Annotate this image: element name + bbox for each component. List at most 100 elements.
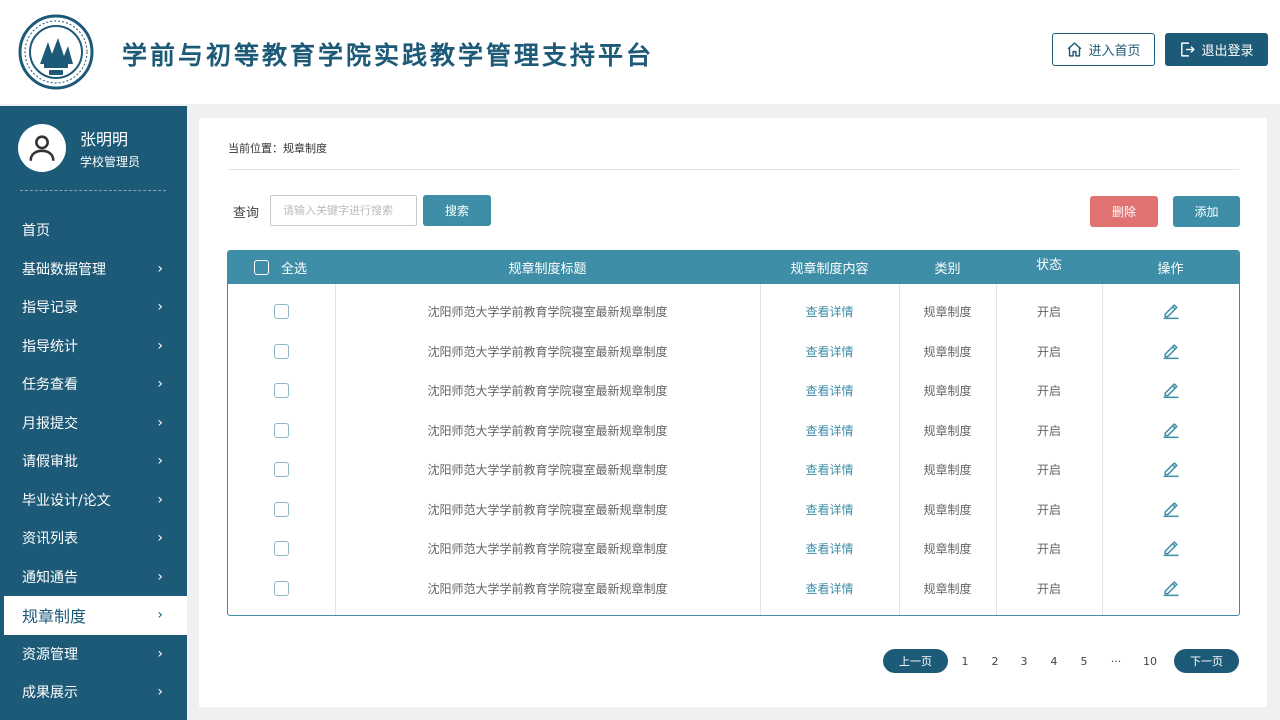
select-all-checkbox[interactable] — [254, 260, 269, 275]
main-panel: 当前位置：规章制度 查询 搜索 删除 添加 全选 规章制度标题 规章制度内容 类… — [199, 118, 1267, 707]
table-row: 沈阳师范大学学前教育学院寝室最新规章制度 查看详情 规章制度 开启 — [228, 490, 1239, 530]
sidebar-item-leave-approval[interactable]: 请假审批 › — [0, 442, 187, 481]
avatar[interactable] — [18, 124, 66, 172]
edit-icon[interactable] — [1161, 537, 1181, 560]
page-number[interactable]: 3 — [1018, 649, 1030, 673]
row-status: 开启 — [1036, 384, 1061, 399]
row-category: 规章制度 — [923, 542, 972, 557]
view-details-link: 查看详情 — [760, 332, 899, 372]
row-checkbox[interactable] — [274, 580, 289, 596]
view-details-link[interactable]: 查看详情 — [805, 343, 853, 360]
row-status: 开启 — [1036, 581, 1061, 596]
user-icon — [29, 135, 55, 161]
edit-icon[interactable] — [1161, 577, 1181, 600]
user-name: 张明明 — [80, 130, 129, 149]
column-header-title: 规章制度标题 — [508, 262, 587, 277]
chevron-right-icon: › — [157, 337, 163, 354]
view-details-link[interactable]: 查看详情 — [805, 303, 853, 320]
view-details-link[interactable]: 查看详情 — [805, 501, 853, 518]
home-icon — [1068, 42, 1082, 57]
search-button[interactable]: 搜索 — [423, 195, 491, 226]
edit-icon[interactable] — [1161, 498, 1181, 521]
row-checkbox[interactable] — [274, 541, 289, 557]
sidebar-item-basic-data[interactable]: 基础数据管理 › — [0, 250, 187, 289]
row-checkbox[interactable] — [274, 501, 289, 517]
view-details-link: 查看详情 — [760, 371, 899, 411]
row-title: 沈阳师范大学学前教育学院寝室最新规章制度 — [427, 463, 668, 478]
row-actions — [1102, 411, 1239, 451]
breadcrumb: 当前位置：规章制度 — [228, 142, 327, 155]
home-button-label: 进入首页 — [1088, 44, 1141, 59]
page-number[interactable]: 1 — [959, 649, 971, 673]
row-checkbox[interactable] — [274, 462, 289, 478]
query-label: 查询 — [233, 206, 260, 221]
chevron-right-icon: › — [157, 491, 163, 508]
row-checkbox-cell — [228, 371, 335, 411]
edit-icon[interactable] — [1161, 419, 1181, 442]
site-title: 学前与初等教育学院实践教学管理支持平台 — [122, 41, 655, 70]
row-actions — [1102, 569, 1239, 609]
row-checkbox[interactable] — [274, 422, 289, 438]
row-actions — [1102, 490, 1239, 530]
edit-icon[interactable] — [1161, 340, 1181, 363]
row-status: 开启 — [1036, 305, 1061, 320]
sidebar-item-home[interactable]: 首页 — [0, 211, 187, 250]
table-row: 沈阳师范大学学前教育学院寝室最新规章制度 查看详情 规章制度 开启 — [228, 450, 1239, 490]
row-checkbox[interactable] — [274, 304, 289, 320]
view-details-link: 查看详情 — [760, 292, 899, 332]
page-ellipsis: ··· — [1110, 654, 1122, 668]
chevron-right-icon: › — [157, 684, 163, 701]
chevron-right-icon: › — [157, 260, 163, 277]
view-details-link[interactable]: 查看详情 — [805, 382, 853, 399]
next-page-button[interactable]: 下一页 — [1174, 649, 1239, 673]
sidebar-item-news[interactable]: 资讯列表 › — [0, 519, 187, 558]
sidebar-item-label: 指导记录 — [22, 300, 78, 317]
sidebar-item-thesis[interactable]: 毕业设计/论文 › — [0, 481, 187, 520]
sidebar-item-regulations[interactable]: 规章制度 › — [4, 596, 187, 635]
page-number[interactable]: 10 — [1141, 649, 1159, 673]
sidebar-nav: 首页 基础数据管理 › 指导记录 › 指导统计 › 任务查看 › 月报提交 › 请假审批 ›… — [0, 211, 187, 712]
chevron-right-icon: › — [157, 376, 163, 393]
column-header-category: 类别 — [934, 262, 961, 277]
column-header-status: 状态 — [1035, 258, 1062, 273]
search-input[interactable] — [270, 195, 417, 226]
home-button[interactable]: 进入首页 — [1052, 33, 1155, 66]
view-details-link[interactable]: 查看详情 — [805, 422, 853, 439]
page-number[interactable]: 2 — [989, 649, 1001, 673]
row-checkbox[interactable] — [274, 383, 289, 399]
sidebar-divider — [20, 190, 166, 191]
sidebar-item-resources[interactable]: 资源管理 › — [0, 635, 187, 674]
edit-icon[interactable] — [1161, 458, 1181, 481]
view-details-link[interactable]: 查看详情 — [805, 461, 853, 478]
sidebar-item-guidance-records[interactable]: 指导记录 › — [0, 288, 187, 327]
table-row: 沈阳师范大学学前教育学院寝室最新规章制度 查看详情 规章制度 开启 — [228, 569, 1239, 609]
row-title: 沈阳师范大学学前教育学院寝室最新规章制度 — [427, 502, 668, 517]
sidebar-item-notices[interactable]: 通知通告 › — [0, 558, 187, 597]
sidebar-item-label: 资讯列表 — [22, 531, 78, 548]
edit-icon[interactable] — [1161, 300, 1181, 323]
add-button[interactable]: 添加 — [1173, 196, 1240, 227]
page-number[interactable]: 5 — [1078, 649, 1090, 673]
logout-button[interactable]: 退出登录 — [1165, 33, 1268, 66]
row-checkbox[interactable] — [274, 343, 289, 359]
select-all[interactable]: 全选 — [254, 251, 307, 284]
header: 学前与初等教育学院实践教学管理支持平台 进入首页 退出登录 — [0, 0, 1280, 104]
user-role: 学校管理员 — [80, 155, 141, 169]
chevron-right-icon: › — [157, 645, 163, 662]
view-details-link[interactable]: 查看详情 — [805, 580, 853, 597]
prev-page-button[interactable]: 上一页 — [883, 649, 948, 673]
row-actions — [1102, 450, 1239, 490]
row-checkbox-cell — [228, 569, 335, 609]
sidebar-item-monthly-report[interactable]: 月报提交 › — [0, 404, 187, 443]
page-number[interactable]: 4 — [1048, 649, 1060, 673]
sidebar-item-guidance-stats[interactable]: 指导统计 › — [0, 327, 187, 366]
sidebar-item-achievements[interactable]: 成果展示 › — [0, 673, 187, 712]
delete-button[interactable]: 删除 — [1090, 196, 1158, 227]
row-title: 沈阳师范大学学前教育学院寝室最新规章制度 — [427, 305, 668, 320]
sidebar-item-tasks[interactable]: 任务查看 › — [0, 365, 187, 404]
sidebar: 张明明 学校管理员 首页 基础数据管理 › 指导记录 › 指导统计 › 任务查看 › 月… — [0, 106, 187, 720]
edit-icon[interactable] — [1161, 379, 1181, 402]
chevron-right-icon: › — [157, 299, 163, 316]
view-details-link[interactable]: 查看详情 — [805, 540, 853, 557]
row-actions — [1102, 332, 1239, 372]
